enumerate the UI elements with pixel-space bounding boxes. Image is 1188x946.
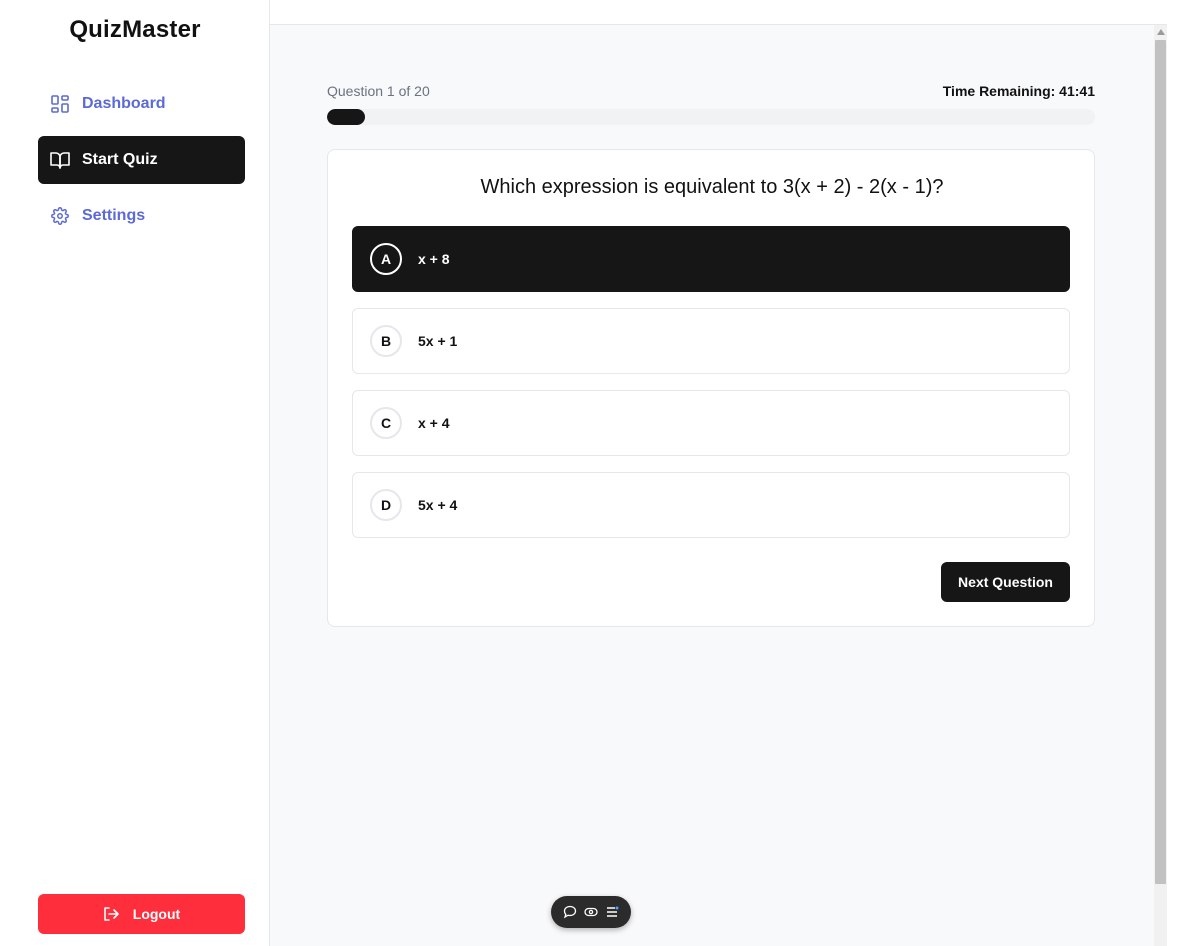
sidebar-item-label: Settings <box>82 207 146 224</box>
comment-icon[interactable] <box>562 904 578 920</box>
option-letter: C <box>370 407 402 439</box>
option-text: x + 4 <box>418 415 450 431</box>
option-text: 5x + 1 <box>418 333 458 349</box>
option-text: 5x + 4 <box>418 497 458 513</box>
floating-toolbar <box>551 896 631 928</box>
menu-icon[interactable] <box>604 904 620 920</box>
progress-bar <box>327 109 1095 125</box>
logout-icon <box>103 907 119 921</box>
progress-bar-fill <box>327 109 366 125</box>
option-letter: D <box>370 489 402 521</box>
quiz-meta: Question 1 of 20 Time Remaining: 41:41 <box>327 83 1095 101</box>
time-remaining: Time Remaining: 41:41 <box>942 83 1095 99</box>
option-text: x + 8 <box>418 251 450 267</box>
top-bar <box>270 0 1167 25</box>
question-text: Which expression is equivalent to 3(x + … <box>480 176 944 198</box>
window-gutter <box>1167 0 1188 946</box>
scroll-up-arrow-icon[interactable] <box>1157 29 1165 35</box>
scrollbar[interactable] <box>1154 25 1167 946</box>
answer-option-b[interactable]: B 5x + 1 <box>352 308 1070 374</box>
sidebar-item-label: Start Quiz <box>82 151 158 168</box>
logout-button[interactable]: Logout <box>38 894 245 934</box>
app-title: QuizMaster <box>69 16 201 43</box>
sidebar: QuizMaster Dashboard Start Quiz Settings… <box>0 0 270 946</box>
sidebar-item-start-quiz[interactable]: Start Quiz <box>38 136 245 184</box>
answer-option-d[interactable]: D 5x + 4 <box>352 472 1070 538</box>
question-counter: Question 1 of 20 <box>327 83 430 99</box>
answer-option-a[interactable]: A x + 8 <box>352 226 1070 292</box>
book-open-icon <box>50 150 70 170</box>
option-letter: B <box>370 325 402 357</box>
layout-grid-icon <box>50 94 70 114</box>
sidebar-item-dashboard[interactable]: Dashboard <box>38 80 245 128</box>
option-letter: A <box>370 243 402 275</box>
sidebar-nav: Dashboard Start Quiz Settings <box>38 80 245 248</box>
scrollbar-thumb[interactable] <box>1155 40 1166 884</box>
question-card: Which expression is equivalent to 3(x + … <box>327 149 1095 627</box>
next-question-button[interactable]: Next Question <box>941 562 1070 602</box>
logout-label: Logout <box>132 906 181 922</box>
gear-icon <box>50 206 70 226</box>
sidebar-item-label: Dashboard <box>82 95 166 112</box>
answer-option-c[interactable]: C x + 4 <box>352 390 1070 456</box>
sidebar-item-settings[interactable]: Settings <box>38 192 245 240</box>
eye-icon[interactable] <box>583 904 599 920</box>
